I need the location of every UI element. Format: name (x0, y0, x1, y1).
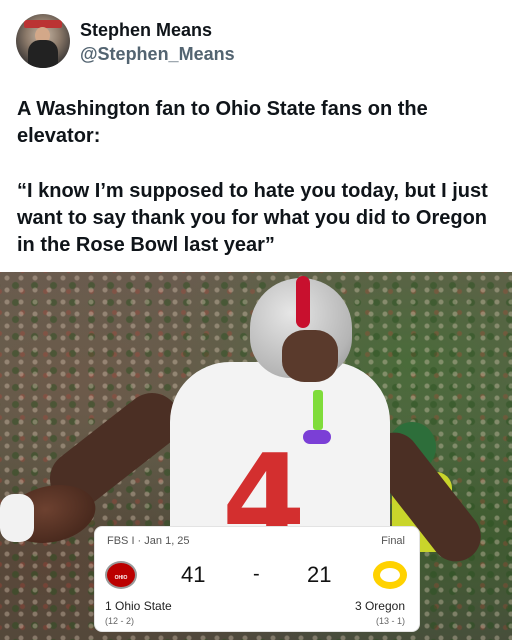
author-name[interactable]: Stephen Means (80, 20, 212, 41)
player-face (282, 330, 338, 382)
away-score: 21 (307, 562, 332, 587)
away-team-record: (13 - 1) (375, 616, 405, 626)
player-glove (0, 494, 34, 542)
helmet-stripe (296, 276, 310, 328)
avatar-suit (28, 40, 58, 68)
score-separator: - (253, 563, 260, 585)
away-team-name: 3 Oregon (354, 599, 405, 613)
home-team-name: 1 Ohio State (105, 599, 172, 613)
tweet-text-intro: A Washington fan to Ohio State fans on t… (17, 98, 428, 147)
game-status: Final (381, 535, 405, 547)
mouthguard-strap (313, 390, 323, 430)
home-score: 41 (181, 562, 206, 587)
author-handle[interactable]: @Stephen_Means (80, 44, 235, 65)
oregon-logo-icon (373, 561, 407, 589)
game-meta: FBS I · Jan 1, 25 (107, 535, 190, 547)
tweet-header: Stephen Means @Stephen_Means (16, 14, 496, 68)
home-team-record: (12 - 2) (105, 616, 135, 626)
avatar[interactable] (16, 14, 70, 68)
ohio-state-logo-icon: OHIO STATE (105, 561, 137, 609)
tweet-text-quote: “I know I’m supposed to hate you today, … (17, 180, 488, 256)
scoreboard-card[interactable]: FBS I · Jan 1, 25 Final OHIO STATE 41 - … (94, 526, 420, 632)
mouthguard-piece (303, 430, 331, 444)
